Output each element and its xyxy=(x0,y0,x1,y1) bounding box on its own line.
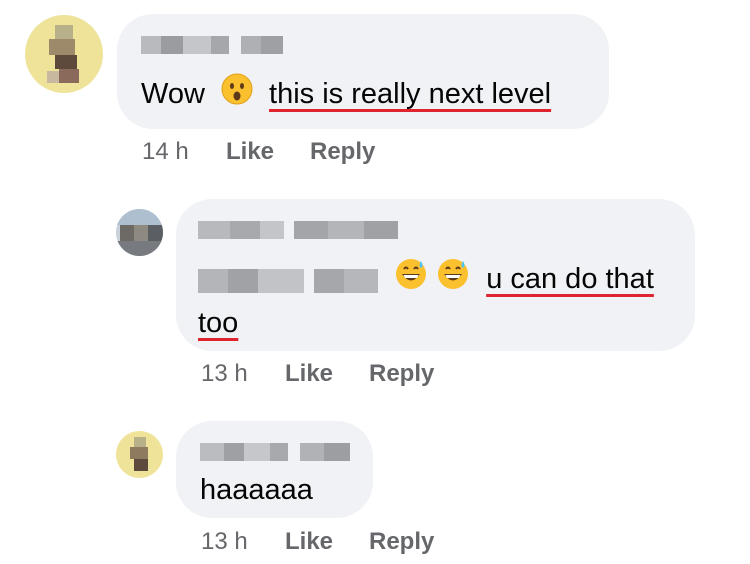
blurred-text xyxy=(261,36,283,54)
timestamp[interactable]: 14 h xyxy=(142,138,189,166)
avatar-pixel xyxy=(116,241,163,256)
message-text: Wow xyxy=(141,78,205,110)
blurred-text xyxy=(324,443,350,461)
comment-text: u can do that xyxy=(198,257,654,304)
comment-text: haaaaaa xyxy=(200,468,313,512)
blurred-text xyxy=(344,268,378,293)
avatar-pixel xyxy=(134,437,146,447)
blurred-text xyxy=(244,443,270,461)
avatar-pixel xyxy=(120,225,134,241)
blurred-text xyxy=(200,443,224,461)
blurred-text xyxy=(258,268,304,293)
avatar[interactable] xyxy=(25,15,103,93)
blurred-text xyxy=(224,443,244,461)
timestamp[interactable]: 13 h xyxy=(201,528,248,556)
blurred-text xyxy=(141,36,161,54)
blurred-text xyxy=(364,221,398,239)
underlined-text: this is really next level xyxy=(269,78,552,110)
comment-bubble: u can do that too xyxy=(176,199,695,351)
author-name[interactable] xyxy=(198,221,398,239)
astonished-face-icon xyxy=(221,73,253,118)
reply-button[interactable]: Reply xyxy=(369,360,434,388)
avatar-pixel xyxy=(148,225,163,241)
author-name[interactable] xyxy=(200,443,350,461)
comment-bubble: Wow this is really next level xyxy=(117,14,609,129)
blurred-text xyxy=(230,221,260,239)
blurred-text xyxy=(198,221,230,239)
blurred-text xyxy=(161,36,183,54)
comment-text: Wow this is really next level xyxy=(141,72,551,118)
blurred-text xyxy=(328,221,364,239)
reply-button[interactable]: Reply xyxy=(310,138,375,166)
like-button[interactable]: Like xyxy=(226,138,274,166)
comment-text-line-2: too xyxy=(198,301,238,345)
avatar-pixel xyxy=(130,447,148,459)
blurred-text xyxy=(228,268,258,293)
comment-bubble: haaaaaa xyxy=(176,421,373,518)
avatar[interactable] xyxy=(116,431,163,478)
avatar-pixel xyxy=(59,69,79,83)
blurred-text xyxy=(294,221,328,239)
avatar-pixel xyxy=(55,25,73,39)
blurred-text xyxy=(260,221,284,239)
avatar-pixel xyxy=(47,71,59,83)
grinning-face-with-sweat-icon xyxy=(436,257,470,304)
avatar-pixel xyxy=(55,55,77,69)
avatar-pixel xyxy=(134,225,148,241)
author-name[interactable] xyxy=(141,36,291,54)
blurred-text xyxy=(300,443,324,461)
underlined-text: too xyxy=(198,307,239,339)
blurred-text xyxy=(183,36,211,54)
underlined-text: u can do that xyxy=(486,263,654,296)
avatar-pixel xyxy=(116,209,163,225)
blurred-text xyxy=(314,268,344,293)
like-button[interactable]: Like xyxy=(285,360,333,388)
avatar-pixel xyxy=(49,39,75,55)
blurred-text xyxy=(241,36,261,54)
timestamp[interactable]: 13 h xyxy=(201,360,248,388)
blurred-text xyxy=(211,36,229,54)
like-button[interactable]: Like xyxy=(285,528,333,556)
avatar[interactable] xyxy=(116,209,163,256)
message-text: haaaaaa xyxy=(200,474,313,506)
reply-button[interactable]: Reply xyxy=(369,528,434,556)
blurred-text xyxy=(198,268,228,293)
mentioned-user[interactable] xyxy=(198,268,378,293)
blurred-text xyxy=(270,443,288,461)
avatar-pixel xyxy=(134,459,148,471)
grinning-face-with-sweat-icon xyxy=(394,257,428,304)
